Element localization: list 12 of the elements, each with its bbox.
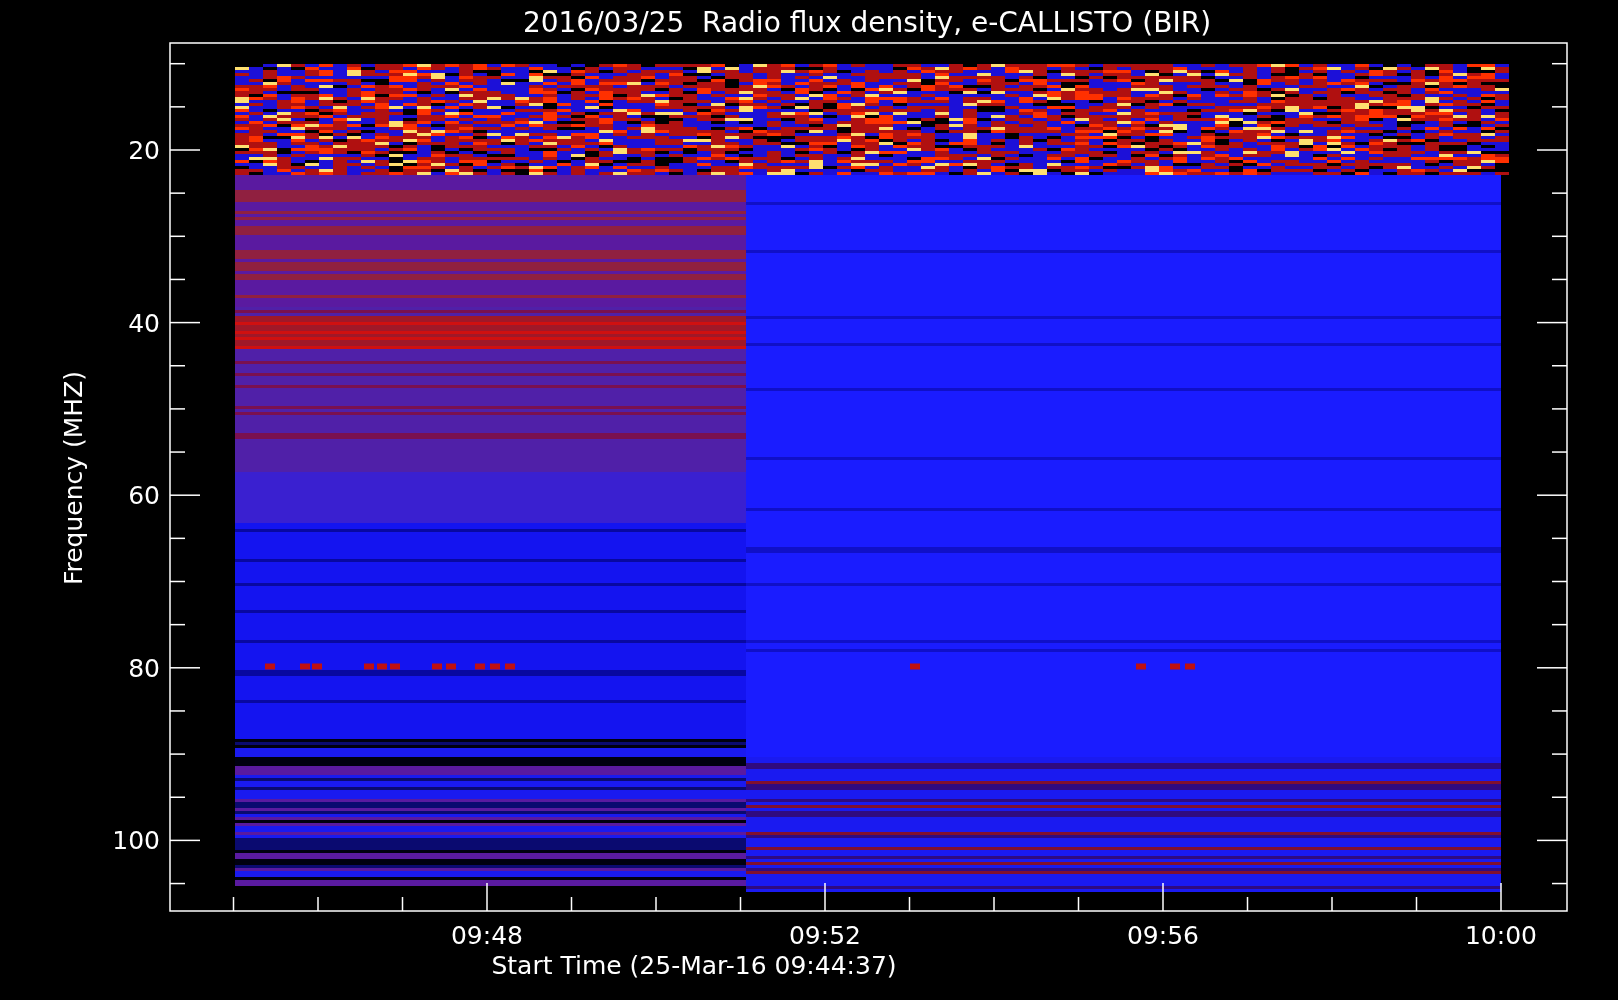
axis-tick-label: 09:56 (1127, 921, 1199, 950)
axis-tick-label: 40 (128, 308, 160, 338)
axis-tick-label: 09:52 (789, 921, 861, 950)
axis-tick-label: 80 (128, 653, 160, 683)
axis-label: Frequency (MHZ) (59, 370, 88, 586)
axis-tick-label: 100 (112, 826, 160, 856)
axis-tick-label: 10:00 (1465, 921, 1537, 950)
axis-label: Start Time (25-Mar-16 09:44:37) (491, 951, 897, 980)
axis-tick-label: 20 (128, 136, 160, 165)
axis-tick-label: 60 (128, 481, 160, 511)
chart-title: 2016/03/25 Radio flux density, e-CALLISTO (BIR) (522, 6, 1212, 39)
axis-tick-label: 09:48 (451, 921, 523, 950)
